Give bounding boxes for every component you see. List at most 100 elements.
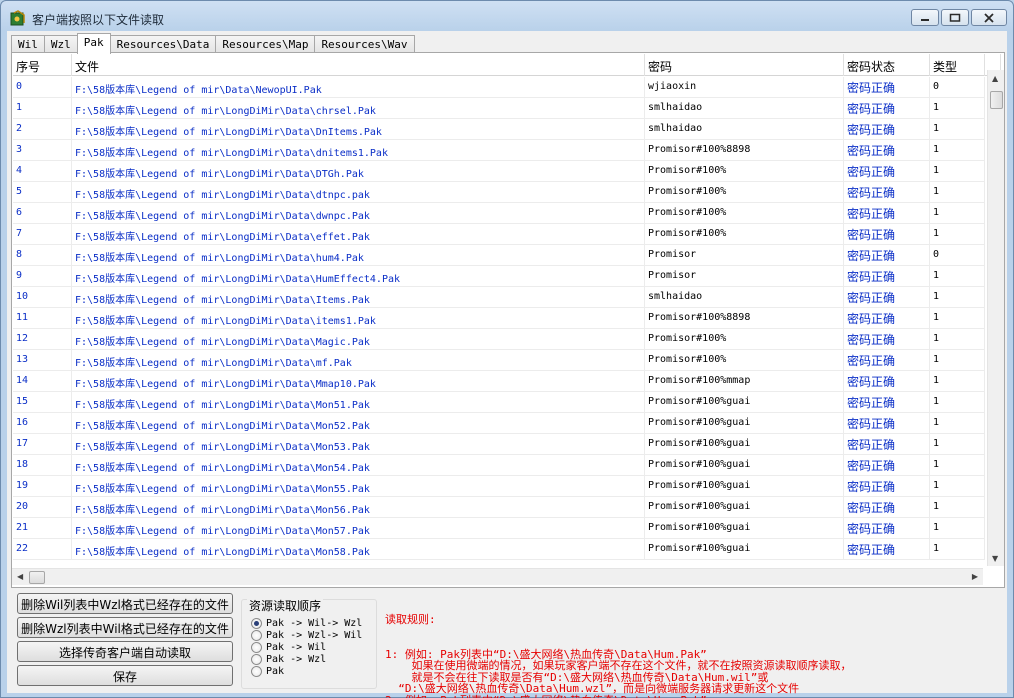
minimize-icon bbox=[921, 18, 929, 21]
radio-button-icon[interactable] bbox=[251, 665, 262, 677]
password-status: 密码正确 bbox=[844, 476, 930, 496]
password: wjiaoxin bbox=[645, 77, 844, 97]
password: Promisor#100%guai bbox=[645, 518, 844, 538]
scroll-left-icon[interactable]: ◀ bbox=[17, 572, 23, 581]
file-path: F:\58版本库\Legend of mir\LongDiMir\Data\Mo… bbox=[72, 434, 645, 454]
save-button[interactable]: 保存 bbox=[17, 665, 233, 686]
scroll-up-icon[interactable]: ▲ bbox=[992, 74, 998, 83]
column-header[interactable]: 类型 bbox=[930, 54, 985, 76]
table-row[interactable]: 20 F:\58版本库\Legend of mir\LongDiMir\Data\… bbox=[13, 497, 985, 518]
table-row[interactable]: 13 F:\58版本库\Legend of mir\LongDiMir\Data\… bbox=[13, 350, 985, 371]
scroll-right-icon[interactable]: ▶ bbox=[972, 572, 978, 581]
file-type: 1 bbox=[930, 224, 985, 244]
file-type: 1 bbox=[930, 518, 985, 538]
table-row[interactable]: 1 F:\58版本库\Legend of mir\LongDiMir\Data\c… bbox=[13, 98, 985, 119]
password: Promisor#100% bbox=[645, 161, 844, 181]
password: Promisor#100%guai bbox=[645, 539, 844, 559]
radio-button-icon[interactable] bbox=[251, 617, 262, 629]
select-client-button[interactable]: 选择传奇客户端自动读取 bbox=[17, 641, 233, 662]
password: smlhaidao bbox=[645, 287, 844, 307]
row-index: 20 bbox=[13, 497, 72, 517]
password: Promisor#100%guai bbox=[645, 476, 844, 496]
file-path: F:\58版本库\Legend of mir\LongDiMir\Data\dw… bbox=[72, 203, 645, 223]
table-row[interactable]: 3 F:\58版本库\Legend of mir\LongDiMir\Data\d… bbox=[13, 140, 985, 161]
read-order-option-label: Pak -> Wil-> Wzl bbox=[266, 617, 363, 629]
table-row[interactable]: 14 F:\58版本库\Legend of mir\LongDiMir\Data\… bbox=[13, 371, 985, 392]
table-row[interactable]: 4 F:\58版本库\Legend of mir\LongDiMir\Data\D… bbox=[13, 161, 985, 182]
delete-wil-button[interactable]: 删除Wil列表中Wzl格式已经存在的文件 bbox=[17, 593, 233, 614]
read-order-option[interactable]: Pak -> Wzl-> Wil bbox=[251, 629, 362, 641]
password: Promisor#100% bbox=[645, 182, 844, 202]
read-order-option[interactable]: Pak -> Wzl bbox=[251, 653, 326, 665]
table-row[interactable]: 22 F:\58版本库\Legend of mir\LongDiMir\Data\… bbox=[13, 539, 985, 560]
close-button[interactable] bbox=[971, 9, 1007, 26]
radio-button-icon[interactable] bbox=[251, 641, 262, 653]
maximize-button[interactable] bbox=[941, 9, 969, 26]
table-row[interactable]: 6 F:\58版本库\Legend of mir\LongDiMir\Data\d… bbox=[13, 203, 985, 224]
read-order-option[interactable]: Pak -> Wil-> Wzl bbox=[251, 617, 362, 629]
file-type: 1 bbox=[930, 266, 985, 286]
file-path: F:\58版本库\Legend of mir\LongDiMir\Data\Ma… bbox=[72, 329, 645, 349]
table-row[interactable]: 10 F:\58版本库\Legend of mir\LongDiMir\Data\… bbox=[13, 287, 985, 308]
vertical-scrollbar[interactable]: ▲ ▼ bbox=[987, 70, 1004, 566]
list-header: 序号 文件 密码 密码状态 类型 bbox=[13, 54, 1001, 76]
table-row[interactable]: 7 F:\58版本库\Legend of mir\LongDiMir\Data\e… bbox=[13, 224, 985, 245]
column-header[interactable]: 密码 bbox=[645, 54, 844, 76]
table-row[interactable]: 0 F:\58版本库\Legend of mir\Data\NewopUI.Pak… bbox=[13, 77, 985, 98]
title-bar[interactable]: 客户端按照以下文件读取 bbox=[1, 1, 1013, 33]
row-index: 14 bbox=[13, 371, 72, 391]
horizontal-scrollbar[interactable]: ◀ ▶ bbox=[12, 568, 983, 585]
password: Promisor#100% bbox=[645, 224, 844, 244]
file-type: 1 bbox=[930, 182, 985, 202]
column-header[interactable]: 序号 bbox=[13, 54, 72, 76]
table-row[interactable]: 17 F:\58版本库\Legend of mir\LongDiMir\Data\… bbox=[13, 434, 985, 455]
file-type: 0 bbox=[930, 245, 985, 265]
password: Promisor#100% bbox=[645, 350, 844, 370]
table-row[interactable]: 12 F:\58版本库\Legend of mir\LongDiMir\Data\… bbox=[13, 329, 985, 350]
radio-button-icon[interactable] bbox=[251, 653, 262, 665]
file-path: F:\58版本库\Legend of mir\LongDiMir\Data\It… bbox=[72, 287, 645, 307]
password: Promisor#100%8898 bbox=[645, 140, 844, 160]
row-index: 22 bbox=[13, 539, 72, 559]
table-row[interactable]: 21 F:\58版本库\Legend of mir\LongDiMir\Data\… bbox=[13, 518, 985, 539]
tab-strip: Wil Wzl Pak Resources\Data Resources\Map Reso… bbox=[11, 33, 415, 54]
row-index: 18 bbox=[13, 455, 72, 475]
table-row[interactable]: 11 F:\58版本库\Legend of mir\LongDiMir\Data\… bbox=[13, 308, 985, 329]
row-index: 10 bbox=[13, 287, 72, 307]
password-status: 密码正确 bbox=[844, 371, 930, 391]
vertical-scroll-thumb[interactable] bbox=[990, 91, 1003, 109]
file-path: F:\58版本库\Legend of mir\LongDiMir\Data\Dn… bbox=[72, 119, 645, 139]
column-header[interactable]: 文件 bbox=[72, 54, 645, 76]
file-list[interactable]: 序号 文件 密码 密码状态 类型 0 F:\58版本库\Legend of mir\Dat… bbox=[13, 54, 1001, 586]
scroll-down-icon[interactable]: ▼ bbox=[992, 554, 998, 563]
table-row[interactable]: 2 F:\58版本库\Legend of mir\LongDiMir\Data\D… bbox=[13, 119, 985, 140]
file-path: F:\58版本库\Legend of mir\LongDiMir\Data\Mo… bbox=[72, 539, 645, 559]
password: Promisor bbox=[645, 266, 844, 286]
rule-line: 如果在使用微端的情况，如果玩家客户端不存在这个文件，就不在按照资源读取顺序读取， bbox=[385, 659, 852, 672]
table-row[interactable]: 19 F:\58版本库\Legend of mir\LongDiMir\Data\… bbox=[13, 476, 985, 497]
password-status: 密码正确 bbox=[844, 350, 930, 370]
table-row[interactable]: 18 F:\58版本库\Legend of mir\LongDiMir\Data\… bbox=[13, 455, 985, 476]
read-order-option[interactable]: Pak -> Wil bbox=[251, 641, 326, 653]
file-type: 1 bbox=[930, 350, 985, 370]
password: Promisor bbox=[645, 245, 844, 265]
column-header[interactable]: 密码状态 bbox=[844, 54, 930, 76]
password-status: 密码正确 bbox=[844, 182, 930, 202]
password: smlhaidao bbox=[645, 119, 844, 139]
table-row[interactable]: 16 F:\58版本库\Legend of mir\LongDiMir\Data\… bbox=[13, 413, 985, 434]
horizontal-scroll-thumb[interactable] bbox=[29, 571, 45, 584]
read-order-option[interactable]: Pak bbox=[251, 665, 284, 677]
delete-wzl-button[interactable]: 删除Wzl列表中Wil格式已经存在的文件 bbox=[17, 617, 233, 638]
password-status: 密码正确 bbox=[844, 497, 930, 517]
row-index: 7 bbox=[13, 224, 72, 244]
table-row[interactable]: 8 F:\58版本库\Legend of mir\LongDiMir\Data\h… bbox=[13, 245, 985, 266]
file-type: 0 bbox=[930, 77, 985, 97]
file-type: 1 bbox=[930, 497, 985, 517]
table-row[interactable]: 5 F:\58版本库\Legend of mir\LongDiMir\Data\d… bbox=[13, 182, 985, 203]
file-type: 1 bbox=[930, 308, 985, 328]
radio-button-icon[interactable] bbox=[251, 629, 262, 641]
table-row[interactable]: 15 F:\58版本库\Legend of mir\LongDiMir\Data\… bbox=[13, 392, 985, 413]
tab-pak[interactable]: Pak bbox=[76, 33, 111, 54]
minimize-button[interactable] bbox=[911, 9, 939, 26]
table-row[interactable]: 9 F:\58版本库\Legend of mir\LongDiMir\Data\H… bbox=[13, 266, 985, 287]
